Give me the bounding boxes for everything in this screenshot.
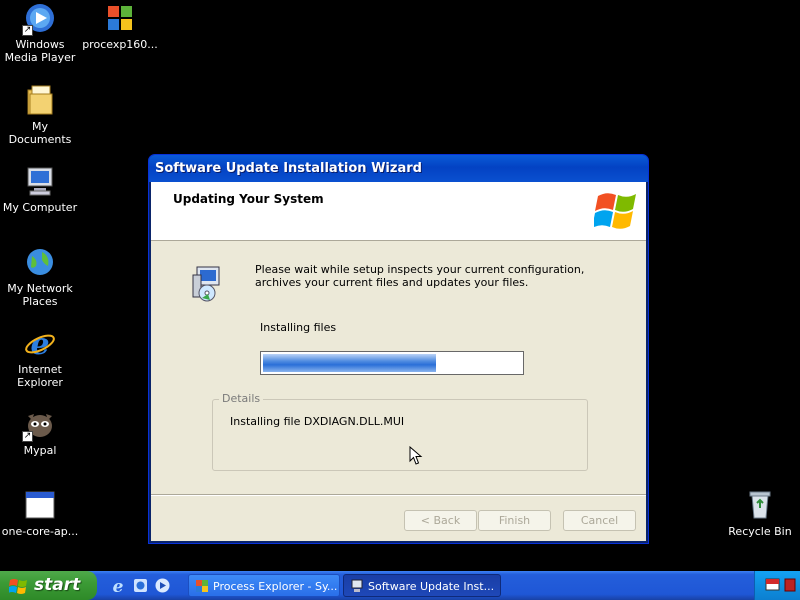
recycle-bin-icon [744, 489, 776, 521]
taskbar-button-label: Software Update Inst... [368, 580, 495, 593]
desktop-icon-label: My Network Places [7, 282, 73, 308]
progress-fill [263, 354, 436, 372]
mouse-pointer-icon [409, 446, 423, 465]
desktop-icon-label: one-core-ap... [1, 525, 79, 538]
windows-media-player-icon: ↗ [22, 2, 56, 36]
desktop-icon-label: Recycle Bin [728, 525, 792, 538]
desktop-icon-internet-explorer[interactable]: e Internet Explorer [0, 327, 80, 389]
quicklaunch-media-player-icon[interactable] [154, 577, 171, 594]
desktop-icon-one-core-ap[interactable]: one-core-ap... [0, 489, 80, 538]
network-globe-icon [24, 246, 56, 278]
system-tray [754, 571, 800, 600]
start-label: start [34, 575, 81, 595]
wizard-header-title: Updating Your System [173, 192, 324, 206]
application-window-icon [24, 489, 56, 521]
windows-logo-icon [594, 193, 636, 229]
desktop-icon-recycle-bin[interactable]: Recycle Bin [720, 489, 800, 538]
details-group: Details Installing file DXDIAGN.DLL.MUI [212, 392, 588, 471]
taskbar-button-label: Process Explorer - Sy... [213, 580, 338, 593]
process-explorer-icon [104, 2, 136, 34]
mypal-icon: ↗ [22, 408, 56, 442]
wizard-body: Please wait while setup inspects your cu… [151, 241, 646, 494]
desktop-icon-procexp[interactable]: procexp160... [80, 2, 160, 51]
desktop-icon-label: Mypal [23, 444, 57, 457]
quicklaunch-internet-explorer-icon[interactable]: e [110, 577, 127, 594]
start-button[interactable]: start [0, 571, 97, 600]
taskbar-button-software-update[interactable]: Software Update Inst... [343, 574, 501, 597]
computer-icon [24, 165, 56, 197]
wizard-message: Please wait while setup inspects your cu… [255, 263, 585, 289]
desktop-icon-my-documents[interactable]: My Documents [0, 84, 80, 146]
setup-computer-icon [192, 266, 220, 302]
desktop-icon-label: Internet Explorer [17, 363, 63, 389]
windows-flag-icon [9, 579, 27, 594]
svg-text:e: e [113, 577, 124, 594]
window-title[interactable]: Software Update Installation Wizard [149, 155, 648, 182]
desktop-icon-my-computer[interactable]: My Computer [0, 165, 80, 214]
tray-flag-icon[interactable] [765, 577, 781, 593]
button-separator [151, 494, 646, 496]
svg-text:e: e [30, 327, 49, 359]
details-current-file: Installing file DXDIAGN.DLL.MUI [230, 415, 405, 428]
desktop-icon-label: My Computer [2, 201, 78, 214]
quicklaunch-outlook-express-icon[interactable] [132, 577, 149, 594]
installation-progress-bar [260, 351, 524, 375]
desktop-icon-label: Windows Media Player [4, 38, 76, 64]
internet-explorer-icon: e [24, 327, 56, 362]
process-explorer-icon [196, 580, 208, 592]
back-button[interactable]: < Back [404, 510, 477, 531]
folder-icon [24, 84, 56, 116]
desktop-icon-windows-media-player[interactable]: ↗ Windows Media Player [0, 2, 80, 64]
tray-status-icon[interactable] [783, 577, 797, 593]
details-group-label: Details [219, 392, 264, 405]
cancel-button[interactable]: Cancel [563, 510, 636, 531]
progress-status-label: Installing files [260, 321, 337, 334]
desktop-icon-label: procexp160... [82, 38, 158, 51]
desktop: ↗ Windows Media Player procexp160... My … [0, 0, 800, 600]
taskbar-button-process-explorer[interactable]: Process Explorer - Sy... [188, 574, 340, 597]
desktop-icon-mypal[interactable]: ↗ Mypal [0, 408, 80, 457]
desktop-icon-my-network-places[interactable]: My Network Places [0, 246, 80, 308]
software-update-wizard-window[interactable]: Software Update Installation Wizard Upda… [148, 154, 649, 544]
desktop-icon-label: My Documents [8, 120, 72, 146]
wizard-client-area: Updating Your System Please wait while s… [151, 182, 646, 541]
wizard-header: Updating Your System [151, 182, 646, 241]
taskbar: start e Process Explorer - Sy... Softwar… [0, 571, 800, 600]
setup-computer-icon [351, 579, 363, 592]
finish-button[interactable]: Finish [478, 510, 551, 531]
